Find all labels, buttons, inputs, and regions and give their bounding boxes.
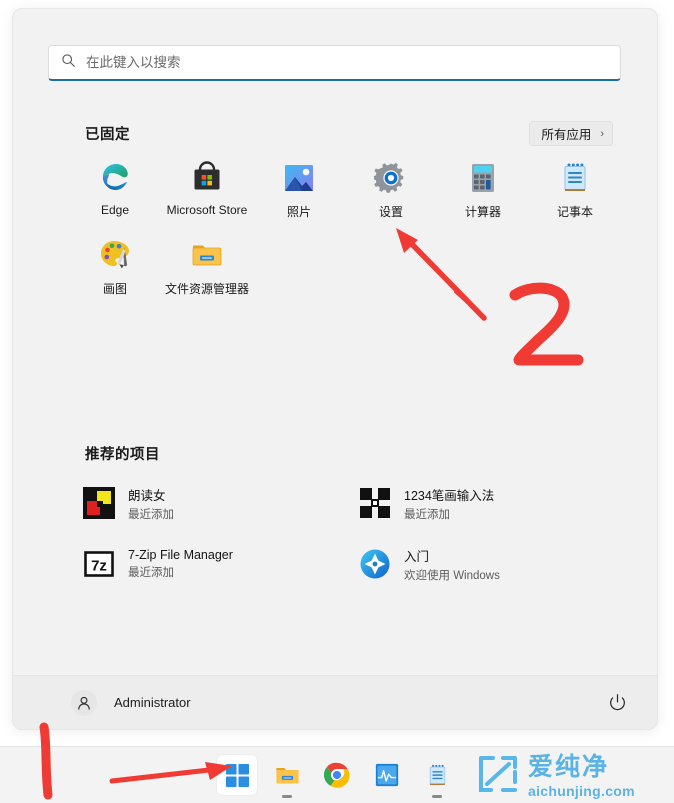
pinned-app-label: 记事本 (556, 205, 593, 219)
recommended-item[interactable]: 7z 7-Zip File Manager 最近添加 (83, 542, 337, 586)
svg-text:7z: 7z (91, 558, 107, 575)
watermark: 爱纯净 aichunjing.com (476, 752, 672, 800)
pinned-app-label: 计算器 (464, 205, 501, 219)
notepad-icon (429, 764, 445, 785)
file-explorer-folder-icon (190, 238, 224, 272)
pinned-app-label: 设置 (378, 205, 403, 219)
sevenzip-icon: 7z (83, 548, 115, 580)
notepad-icon (558, 161, 592, 195)
search-input[interactable] (86, 55, 608, 70)
pinned-app-label: 照片 (286, 205, 311, 219)
all-apps-button[interactable]: 所有应用 › (529, 121, 613, 146)
recommended-item-title: 入门 (404, 549, 430, 564)
watermark-chinese: 爱纯净 (528, 752, 610, 781)
pinned-app-label: Microsoft Store (166, 203, 248, 217)
chevron-right-icon: › (600, 127, 604, 140)
recommended-item-title: 朗读女 (128, 488, 166, 503)
recommended-item[interactable]: 1234笔画输入法 最近添加 (359, 481, 613, 525)
pinned-app-file-explorer[interactable]: 文件资源管理器 (161, 238, 253, 297)
windows-logo-icon (225, 763, 249, 787)
watermark-text: 爱纯净 aichunjing.com (528, 752, 635, 799)
chrome-icon (324, 762, 350, 788)
recommended-item-subtitle: 欢迎使用 Windows (404, 569, 500, 582)
recommended-item-subtitle: 最近添加 (128, 567, 174, 579)
watermark-domain: aichunjing.com (528, 782, 635, 799)
taskbar-notepad-button[interactable] (417, 755, 457, 795)
pinned-app-label: Edge (100, 203, 130, 217)
pinned-apps-grid: Edge Microsoft Store 照片 设置 计算器 记事本 画图 文件… (69, 161, 621, 297)
pinned-app-paint[interactable]: 画图 (69, 238, 161, 297)
start-menu-footer: Administrator (13, 675, 657, 729)
file-explorer-folder-icon (275, 767, 299, 783)
get-started-icon (359, 548, 391, 580)
taskbar-task-manager-button[interactable] (367, 755, 407, 795)
pinned-app-edge[interactable]: Edge (69, 161, 161, 220)
taskbar-file-explorer-button[interactable] (267, 755, 307, 795)
settings-gear-icon (373, 161, 408, 195)
user-avatar-icon[interactable] (71, 689, 97, 716)
task-manager-icon (375, 763, 399, 787)
paint-palette-icon (98, 238, 132, 272)
recommended-item-text: 入门 欢迎使用 Windows (404, 546, 500, 583)
power-icon[interactable] (603, 689, 631, 717)
aichunjing-logo-icon (476, 754, 520, 799)
search-row (48, 45, 621, 81)
edge-icon (98, 161, 132, 195)
pinned-app-notepad[interactable]: 记事本 (529, 161, 621, 220)
recommended-heading: 推荐的项目 (85, 447, 160, 463)
recommended-item[interactable]: 朗读女 最近添加 (83, 481, 337, 525)
pinned-heading: 已固定 (85, 127, 130, 143)
start-menu-panel: 已固定 所有应用 › (12, 8, 658, 730)
recommended-item[interactable]: 入门 欢迎使用 Windows (359, 542, 613, 586)
search-box[interactable] (48, 45, 621, 81)
recommended-item-subtitle: 最近添加 (128, 508, 174, 521)
all-apps-label: 所有应用 (541, 128, 592, 142)
recommended-item-text: 7-Zip File Manager 最近添加 (128, 548, 233, 580)
pinned-app-settings[interactable]: 设置 (345, 161, 437, 220)
recommended-item-text: 朗读女 最近添加 (128, 485, 174, 522)
recommended-item-subtitle: 最近添加 (404, 508, 450, 521)
photos-icon (282, 161, 316, 195)
pinned-app-label: 画图 (102, 282, 127, 296)
user-name-label[interactable]: Administrator (114, 695, 191, 710)
microsoft-store-icon (190, 161, 224, 195)
recommended-item-title: 1234笔画输入法 (404, 488, 495, 503)
calculator-icon (466, 161, 500, 195)
recommended-items-grid: 朗读女 最近添加 1234笔画输入法 最近添加 7z 7-Zip File Ma… (83, 481, 613, 586)
search-icon (61, 53, 76, 73)
pinned-app-label: 文件资源管理器 (164, 282, 249, 296)
taskbar-start-button[interactable] (217, 755, 257, 795)
taskbar-chrome-button[interactable] (317, 755, 357, 795)
langdunv-icon (83, 487, 115, 519)
pinned-app-photos[interactable]: 照片 (253, 161, 345, 220)
recommended-item-text: 1234笔画输入法 最近添加 (404, 485, 494, 522)
recommended-item-title: 7-Zip File Manager (128, 548, 233, 562)
pinned-app-calculator[interactable]: 计算器 (437, 161, 529, 220)
bihua-ime-icon (359, 487, 391, 519)
pinned-app-microsoft-store[interactable]: Microsoft Store (161, 161, 253, 220)
